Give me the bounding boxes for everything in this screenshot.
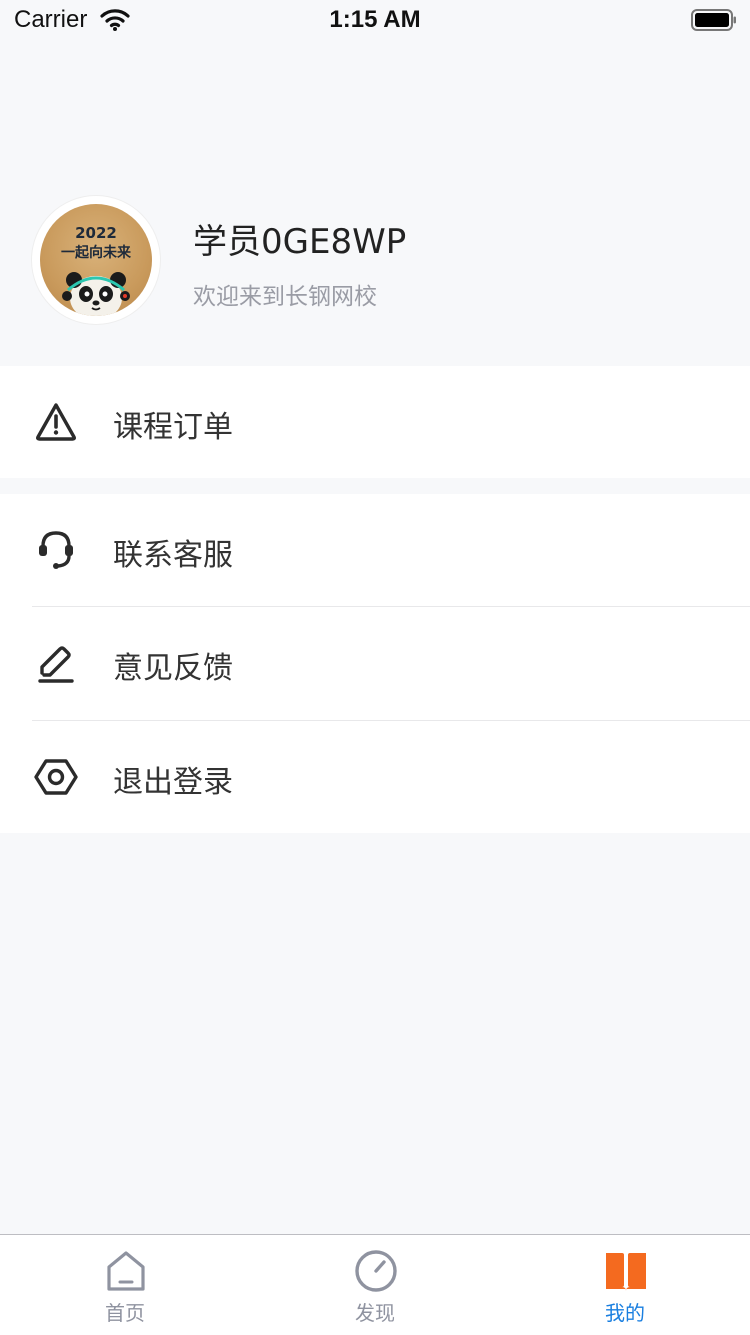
menu-label-course-orders: 课程订单 — [113, 410, 233, 445]
headset-icon — [39, 531, 73, 569]
tab-label-home: 首页 — [105, 1301, 145, 1325]
warning-triangle-icon — [36, 403, 76, 441]
compass-icon — [355, 1250, 397, 1292]
tab-label-mine: 我的 — [605, 1301, 645, 1325]
pencil-icon — [38, 646, 74, 683]
menu-label-logout: 退出登录 — [113, 765, 233, 800]
tab-mine[interactable]: 我的 — [500, 1235, 750, 1335]
tab-label-discover: 发现 — [355, 1301, 395, 1325]
welcome-text: 欢迎来到长钢网校 — [193, 284, 377, 310]
menu-item-contact-support[interactable]: 联系客服 — [0, 494, 750, 606]
avatar-slogan-text: 一起向未来 — [61, 245, 131, 261]
orders-card: 课程订单 — [0, 366, 750, 478]
avatar[interactable]: 2022 一起向未来 — [32, 196, 160, 324]
battery-icon — [691, 8, 737, 36]
status-bar: Carrier 1:15 AM — [0, 0, 750, 40]
book-icon — [606, 1253, 646, 1291]
panda-icon — [62, 272, 130, 316]
menu-item-course-orders[interactable]: 课程订单 — [0, 366, 750, 478]
hexagon-nut-icon — [34, 759, 78, 795]
menu-item-feedback[interactable]: 意见反馈 — [0, 607, 750, 719]
menu-label-contact-support: 联系客服 — [113, 538, 233, 573]
status-time: 1:15 AM — [329, 6, 421, 33]
settings-card: 联系客服 意见反馈 退出登录 — [0, 494, 750, 833]
tab-discover[interactable]: 发现 — [250, 1235, 500, 1335]
menu-item-logout[interactable]: 退出登录 — [0, 721, 750, 833]
avatar-year-text: 2022 — [75, 224, 117, 242]
tab-home[interactable]: 首页 — [0, 1235, 250, 1335]
username: 学员0GE8WP — [193, 222, 407, 262]
avatar-image: 2022 一起向未来 — [40, 204, 152, 316]
home-icon — [107, 1251, 145, 1291]
menu-label-feedback: 意见反馈 — [113, 651, 233, 686]
profile-header: 2022 一起向未来 学员0GE8WP 欢迎来到长钢网校 — [0, 40, 750, 366]
tab-bar: 首页 发现 我的 — [0, 1234, 750, 1335]
